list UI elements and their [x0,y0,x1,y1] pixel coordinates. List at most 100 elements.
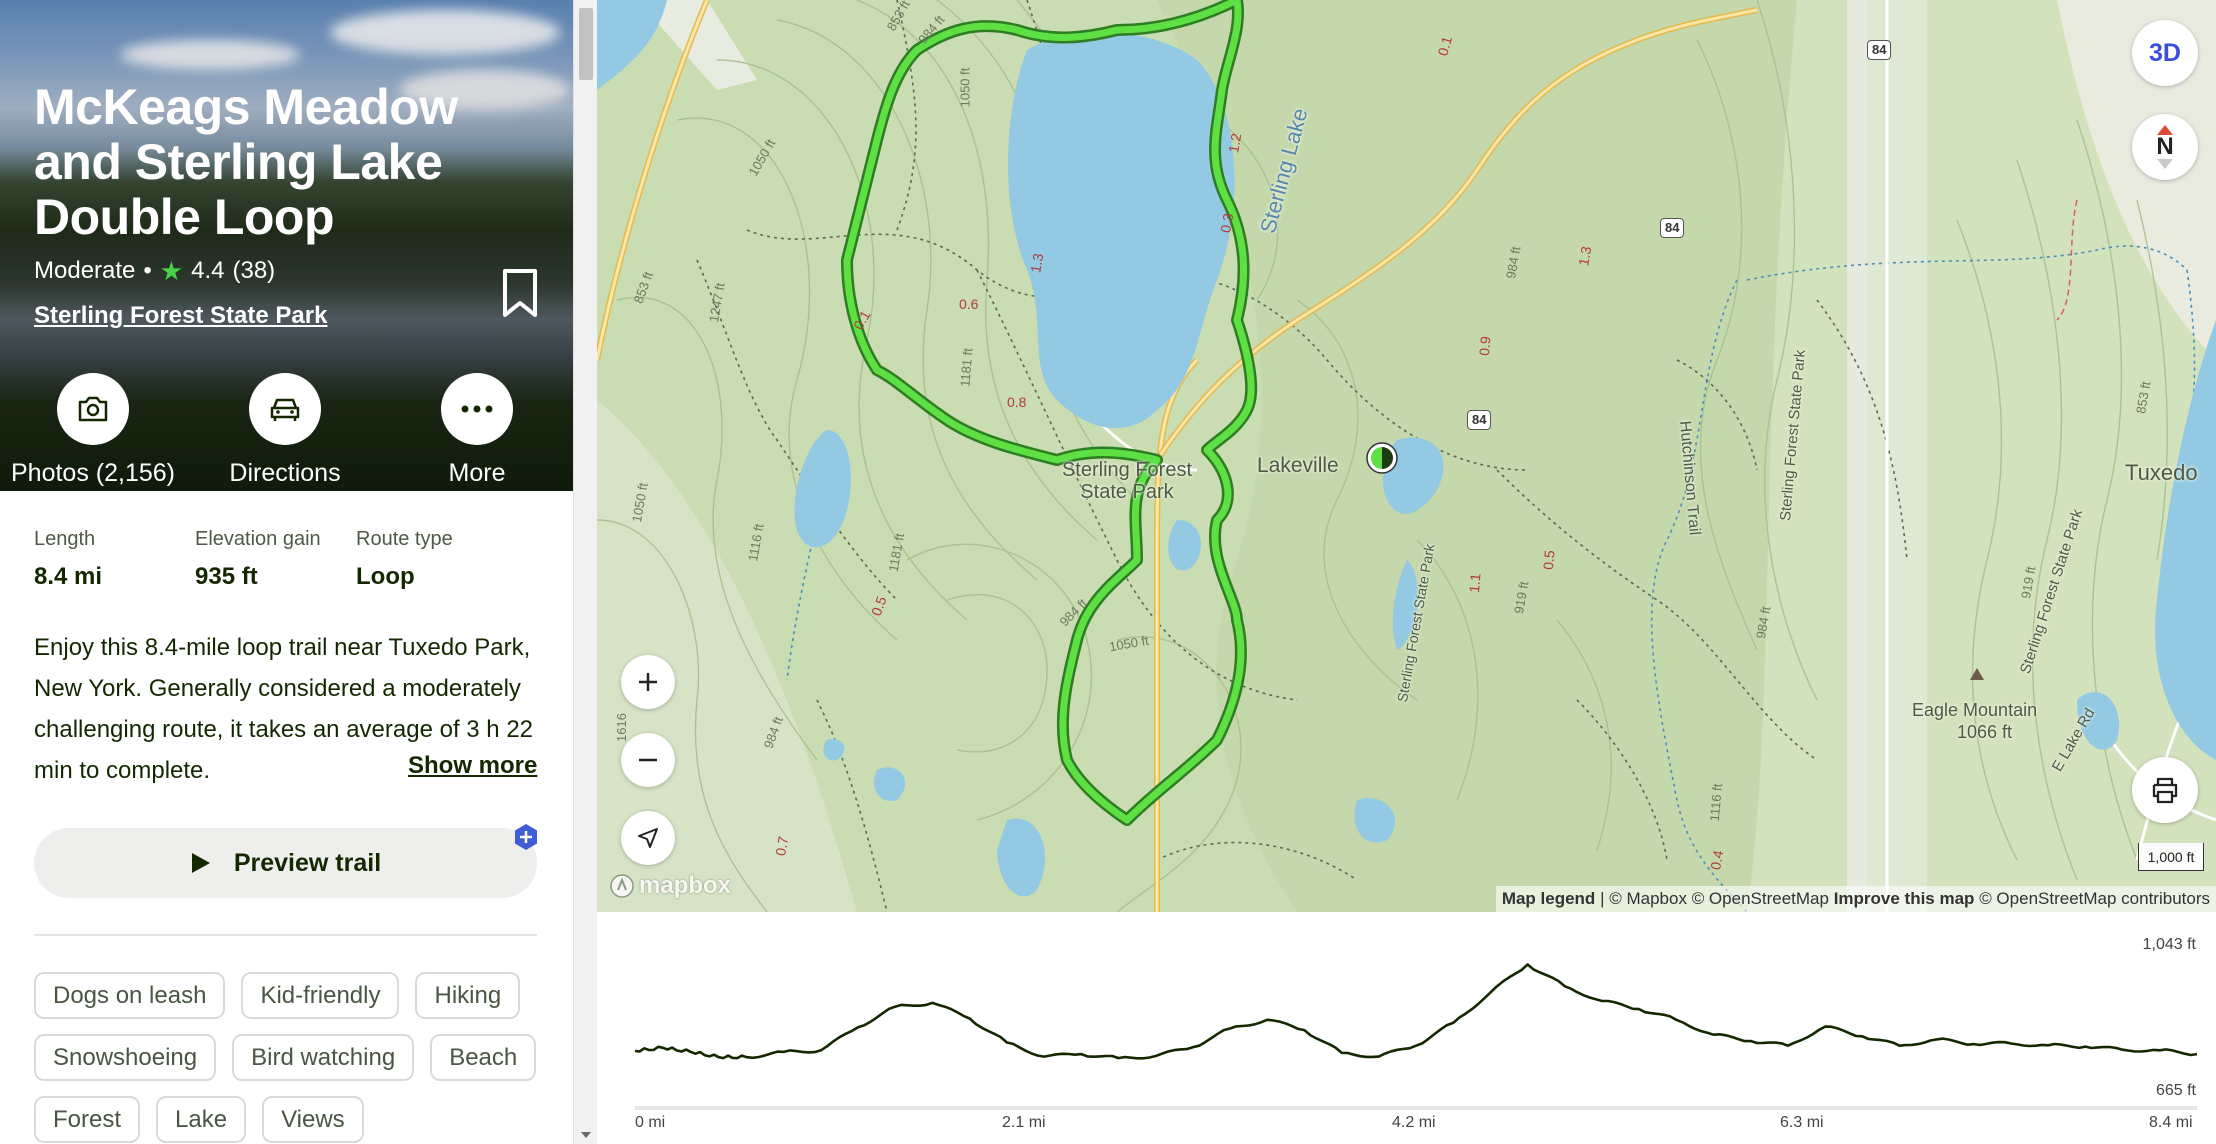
stat-value: Loop [356,563,415,590]
improve-map-link[interactable]: Improve this map [1834,889,1975,908]
segment-label: 1.1 [1465,572,1484,594]
stat-label: Route type [356,528,453,550]
x-tick-label: 0 mi [635,1114,666,1131]
location-arrow-icon [638,828,658,848]
plus-badge-icon [515,824,537,850]
tag[interactable]: Lake [156,1096,247,1143]
map-label-eagle-elev: 1066 ft [1957,722,2013,742]
tag[interactable]: Kid-friendly [241,972,400,1019]
zoom-out-button[interactable] [621,733,675,787]
elevation-profile[interactable]: 1,043 ft 665 ft 0 mi 2.1 mi 4.2 mi 6.3 m… [597,912,2216,1144]
trailhead-marker[interactable] [1366,442,1398,474]
print-button[interactable] [2132,757,2198,823]
printer-icon [2152,777,2178,804]
zoom-in-button[interactable] [621,655,675,709]
minus-icon [639,758,657,762]
trail-panel: McKeags Meadow and Sterling Lake Double … [0,0,573,1144]
y-max-label: 1,043 ft [2142,936,2196,953]
compass-north-label: N [2156,133,2174,160]
star-icon: ★ [159,256,184,286]
segment-label: 0.6 [959,296,979,312]
car-icon [249,373,321,445]
show-more-link[interactable]: Show more [402,752,538,780]
tag[interactable]: Bird watching [232,1034,415,1081]
preview-trail-button[interactable]: Preview trail [34,828,537,898]
difficulty-label: Moderate [34,257,136,284]
scroll-down-arrow-icon[interactable] [581,1132,591,1138]
tag-list: Dogs on leash Kid-friendly Hiking Snowsh… [34,972,544,1143]
x-tick-label: 4.2 mi [1392,1114,1436,1131]
directions-label: Directions [229,459,341,487]
compass-south-icon [2157,159,2173,169]
x-tick-label: 8.4 mi [2149,1114,2193,1131]
tag[interactable]: Hiking [415,972,521,1019]
segment-label: 0.9 [1475,335,1494,357]
stat-elevation: Elevation gain 935 ft [195,528,356,591]
trail-title: McKeags Meadow and Sterling Lake Double … [34,79,458,245]
locate-button[interactable] [621,811,675,865]
map-label-lakeville: Lakeville [1257,454,1339,477]
segment-label: 0.4 [1707,849,1727,871]
toggle-3d-button[interactable]: 3D [2132,20,2198,86]
segment-label: 1.3 [1575,245,1595,267]
map-scale: 1,000 ft [2138,843,2204,871]
osm-attribution-link[interactable]: © OpenStreetMap [1692,889,1829,908]
hero-photo[interactable]: McKeags Meadow and Sterling Lake Double … [0,0,573,491]
segment-label: 0.8 [1007,394,1027,410]
trail-map[interactable]: Sterling Lake Sterling Forest State Park… [597,0,2216,912]
play-icon [191,853,210,873]
plus-icon [639,673,657,691]
more-label: More [448,459,506,487]
scroll-thumb[interactable] [579,8,593,80]
bookmark-icon[interactable] [500,268,540,318]
stat-value: 8.4 mi [34,563,103,590]
photos-label: Photos (2,156) [11,459,175,487]
tag[interactable]: Forest [34,1096,141,1143]
segment-label: 0.3 [1217,212,1237,234]
map-legend-link[interactable]: Map legend [1502,889,1596,908]
preview-label: Preview trail [233,848,382,877]
stat-label: Elevation gain [195,528,321,550]
segment-label: 0.5 [1539,549,1558,571]
mapbox-logo-icon [610,874,634,898]
camera-icon [57,373,129,445]
directions-button[interactable]: Directions [200,373,370,488]
park-link[interactable]: Sterling Forest State Park [34,302,327,330]
trail-stats: Length 8.4 mi Elevation gain 935 ft Rout… [34,528,517,591]
map-label-eagle-mountain: Eagle Mountain [1912,700,2038,720]
map-canvas [597,0,2216,912]
x-tick-label: 6.3 mi [1780,1114,1824,1131]
osm-contributors-link[interactable]: © OpenStreetMap contributors [1979,889,2210,908]
tag[interactable]: Dogs on leash [34,972,226,1019]
more-button[interactable]: More [392,373,562,488]
photos-button[interactable]: Photos (2,156) [8,373,178,488]
elevation-label: 1616 [613,713,629,742]
tag[interactable]: Snowshoeing [34,1034,217,1081]
highway-shield: 84 [1867,40,1892,60]
highway-shield: 84 [1467,410,1492,430]
description-fade [340,752,410,790]
trail-meta: Moderate • ★ 4.4 (38) [34,257,275,285]
stat-route-type: Route type Loop [356,528,517,591]
elevation-line [634,963,2198,1060]
stat-length: Length 8.4 mi [34,528,195,591]
y-min-label: 665 ft [2155,1082,2196,1099]
mapbox-attribution-link[interactable]: © Mapbox [1609,889,1687,908]
meta-separator: • [143,257,152,284]
stat-label: Length [34,528,96,550]
segment-label: 0.7 [772,835,792,857]
elevation-chart [634,963,2198,1110]
tag[interactable]: Views [262,1096,364,1143]
map-attribution: Map legend | © Mapbox © OpenStreetMap Im… [1495,886,2216,912]
attribution-separator: | [1600,889,1605,908]
compass-button[interactable]: N [2132,114,2198,180]
review-count: (38) [232,257,276,284]
panel-scrollbar[interactable] [573,0,597,1144]
segment-label: 1.3 [1027,252,1047,274]
mapbox-logo-text: mapbox [639,872,732,899]
tag[interactable]: Beach [430,1034,537,1081]
map-label-tuxedo: Tuxedo [2125,460,2198,485]
stat-value: 935 ft [195,563,258,590]
mapbox-logo[interactable]: mapbox [609,872,731,900]
more-icon [441,373,513,445]
